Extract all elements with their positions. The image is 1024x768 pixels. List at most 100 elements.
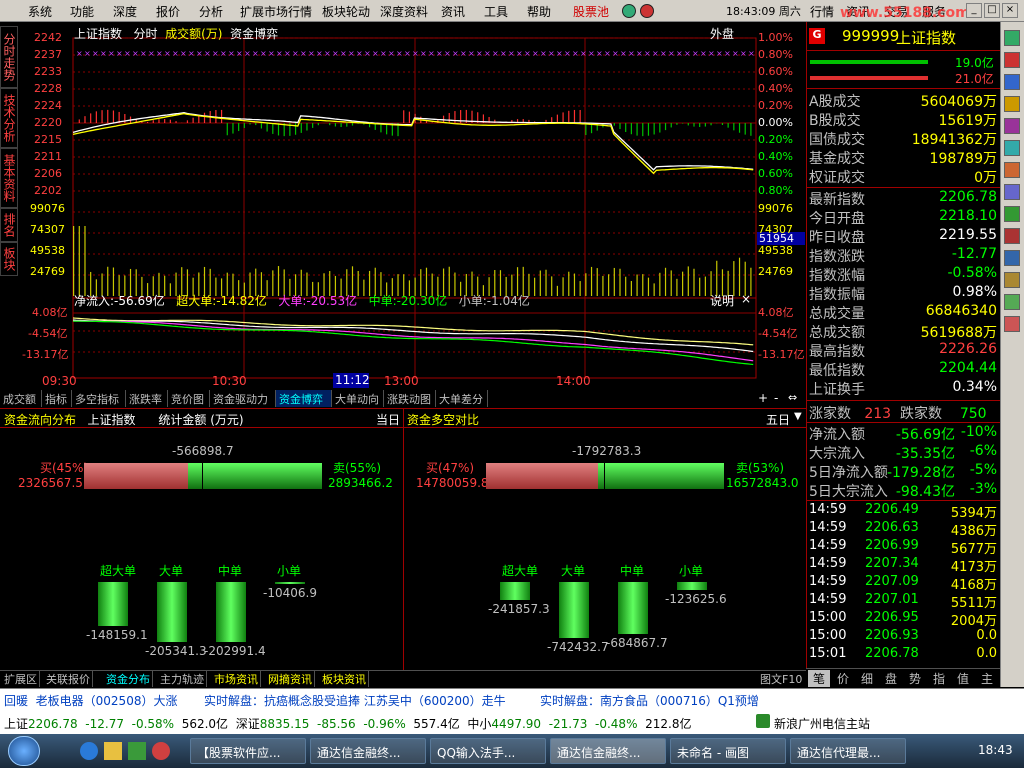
toolbar-icon[interactable]	[1004, 52, 1020, 68]
svg-text:×: ×	[172, 49, 179, 58]
ext-tab[interactable]: 网摘资讯	[266, 671, 315, 687]
more-icon[interactable]: ⇔	[788, 391, 797, 404]
vtab-intraday[interactable]: 分时走势	[0, 26, 18, 88]
toolbar-icon[interactable]	[1004, 228, 1020, 244]
chart-tab[interactable]: 资金博弈	[276, 390, 332, 407]
right-panel-title[interactable]: 资金多空对比	[407, 411, 479, 428]
ticker-news-2[interactable]: 实时解盘：抗癌概念股受追捧 江苏吴中（600200）走牛	[204, 692, 506, 709]
menu-quote[interactable]: 报价	[156, 3, 180, 20]
chart-vol-label[interactable]: 成交额(万)	[165, 27, 222, 41]
toolbar-icon[interactable]	[1004, 206, 1020, 222]
right-tab[interactable]: 盘	[880, 670, 902, 687]
vtab-sector[interactable]: 板块	[0, 242, 18, 276]
minimize-button[interactable]: _	[966, 3, 982, 18]
chart-game-label[interactable]: 资金博弈	[230, 27, 278, 41]
chart-tab[interactable]: 多空指标	[72, 390, 126, 407]
ext-tab[interactable]: 扩展区	[2, 671, 40, 687]
pool-green-icon[interactable]	[622, 4, 636, 18]
app-icon[interactable]	[128, 742, 146, 760]
right-tab[interactable]: 势	[904, 670, 926, 687]
right-tab[interactable]: 指	[928, 670, 950, 687]
toolbar-icon[interactable]	[1004, 162, 1020, 178]
toolbar-icon[interactable]	[1004, 140, 1020, 156]
pool-red-icon[interactable]	[640, 4, 654, 18]
vtab-fundamental[interactable]: 基本资料	[0, 148, 18, 208]
ext-tab[interactable]: 关联报价	[44, 671, 93, 687]
explain-link[interactable]: 说明	[710, 292, 734, 309]
toolbar-icon[interactable]	[1004, 250, 1020, 266]
tick-price: 2206.78	[865, 646, 919, 661]
vtab-rank[interactable]: 排名	[0, 208, 18, 242]
menu-deep-data[interactable]: 深度资料	[380, 3, 428, 20]
menu-depth[interactable]: 深度	[113, 3, 137, 20]
left-panel-period[interactable]: 当日	[376, 411, 400, 428]
toolbar-icon[interactable]	[1004, 96, 1020, 112]
chart-tab[interactable]: 竞价图	[168, 390, 210, 407]
ext-tab[interactable]: 市场资讯	[212, 671, 261, 687]
toolbar-icon[interactable]	[1004, 118, 1020, 134]
menu-function[interactable]: 功能	[70, 3, 94, 20]
chart-mode[interactable]: 分时	[133, 27, 157, 41]
app2-icon[interactable]	[152, 742, 170, 760]
right-panel-period[interactable]: 五日	[766, 411, 790, 428]
left-panel-title[interactable]: 资金流向分布	[4, 413, 76, 427]
chart-tab[interactable]: 资金驱动力	[210, 390, 276, 407]
toolbar-icon[interactable]	[1004, 294, 1020, 310]
ticker-news-1[interactable]: 回暖 老板电器（002508）大涨	[4, 692, 177, 709]
ext-tab[interactable]: 资金分布	[104, 671, 153, 687]
task-5[interactable]: 未命名 - 画图	[670, 738, 786, 764]
ext-tab[interactable]: 主力轨迹	[158, 671, 207, 687]
menu-ext-market[interactable]: 扩展市场行情	[240, 3, 312, 20]
zoom-out-button[interactable]: -	[774, 391, 778, 405]
chart-tab[interactable]: 涨跌率	[126, 390, 168, 407]
svg-text:×: ×	[268, 49, 275, 58]
ticker-news-3[interactable]: 实时解盘：南方食品（000716）Q1预增	[540, 692, 759, 709]
chart-tab[interactable]: 指标	[42, 390, 72, 407]
explorer-icon[interactable]	[104, 742, 122, 760]
close-button[interactable]: ×	[1002, 3, 1018, 18]
task-4[interactable]: 通达信金融终...	[550, 738, 666, 764]
right-tab[interactable]: 价	[832, 670, 854, 687]
start-button[interactable]	[8, 736, 40, 766]
right-tab[interactable]: 值	[952, 670, 974, 687]
right-tab[interactable]: 细	[856, 670, 878, 687]
f10-button[interactable]: 图文F10	[760, 671, 802, 687]
breadth-row: 涨家数 213 跌家数 750	[809, 403, 987, 423]
left-sell-val: 2893466.2	[328, 476, 393, 490]
flow-close-icon[interactable]: ×	[741, 292, 751, 306]
menu-help[interactable]: 帮助	[527, 3, 551, 20]
task-6[interactable]: 通达信代理最...	[790, 738, 906, 764]
stock-pool-button[interactable]: 股票池	[573, 3, 609, 20]
period-dropdown-icon[interactable]: ▼	[794, 411, 802, 422]
chart-tab[interactable]: 大单差分	[436, 390, 488, 407]
toolbar-icon[interactable]	[1004, 316, 1020, 332]
zoom-in-button[interactable]: +	[758, 391, 768, 405]
menu-tools[interactable]: 工具	[484, 3, 508, 20]
svg-text:×: ×	[244, 49, 251, 58]
vol-tick: 49538	[30, 244, 65, 257]
ie-icon[interactable]	[80, 742, 98, 760]
chart-tab[interactable]: 成交额	[0, 390, 42, 407]
svg-text:×: ×	[540, 49, 547, 58]
ext-tab[interactable]: 板块资讯	[320, 671, 369, 687]
chart-tab[interactable]: 大单动向	[332, 390, 384, 407]
menu-analysis[interactable]: 分析	[199, 3, 223, 20]
vtab-technical[interactable]: 技术分析	[0, 88, 18, 148]
menu-system[interactable]: 系统	[28, 3, 52, 20]
toolbar-icon[interactable]	[1004, 74, 1020, 90]
chart-tab[interactable]: 涨跌动图	[384, 390, 436, 407]
menu-sector-rotation[interactable]: 板块轮动	[322, 3, 370, 20]
maximize-button[interactable]: □	[984, 3, 1000, 18]
toolbar-icon[interactable]	[1004, 272, 1020, 288]
task-3[interactable]: QQ输入法手...	[430, 738, 546, 764]
svg-text:×: ×	[428, 49, 435, 58]
right-tab[interactable]: 主	[976, 670, 998, 687]
toolbar-icon[interactable]	[1004, 30, 1020, 46]
right-bar-value: -684867.7	[606, 636, 668, 650]
menu-market[interactable]: 行情	[810, 3, 834, 20]
menu-news[interactable]: 资讯	[441, 3, 465, 20]
toolbar-icon[interactable]	[1004, 184, 1020, 200]
right-tab[interactable]: 笔	[808, 670, 830, 687]
task-1[interactable]: 【股票软件应...	[190, 738, 306, 764]
task-2[interactable]: 通达信金融终...	[310, 738, 426, 764]
